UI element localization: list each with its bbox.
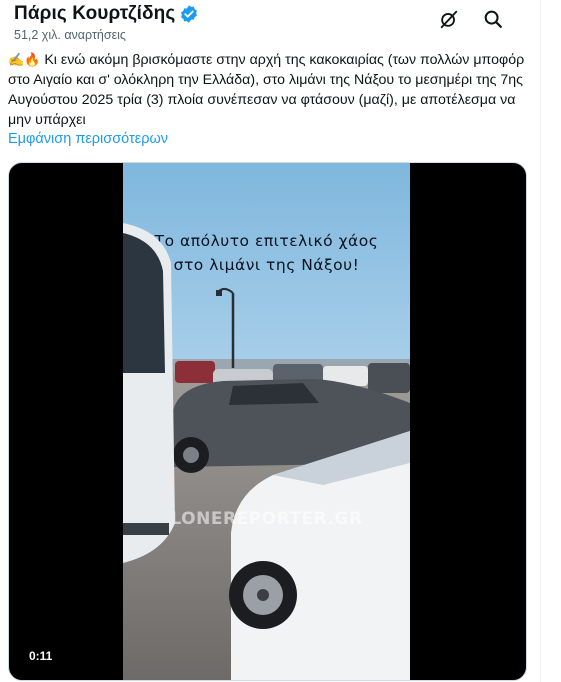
video-player[interactable]: Το απόλυτο επιτελικό χάος στο λιμάνι της…: [8, 162, 527, 681]
show-more-link[interactable]: Εμφάνιση περισσότερων: [8, 131, 168, 147]
tweet-emoji: ✍️🔥: [8, 52, 41, 67]
search-icon[interactable]: [482, 8, 504, 30]
column-divider: [540, 0, 541, 682]
author-name[interactable]: Πάρις Κουρτζίδης: [14, 3, 175, 25]
tweet-text: ✍️🔥 Κι ενώ ακόμη βρισκόμαστε στην αρχή τ…: [8, 50, 533, 130]
verified-badge-icon: [181, 5, 198, 23]
video-duration: 0:11: [23, 647, 59, 665]
tweet-body: Κι ενώ ακόμη βρισκόμαστε στην αρχή της κ…: [8, 52, 525, 128]
bus-left: [123, 223, 175, 563]
grok-icon[interactable]: [438, 8, 460, 30]
view-count: 51,2 χιλ. αναρτήσεις: [14, 28, 126, 42]
